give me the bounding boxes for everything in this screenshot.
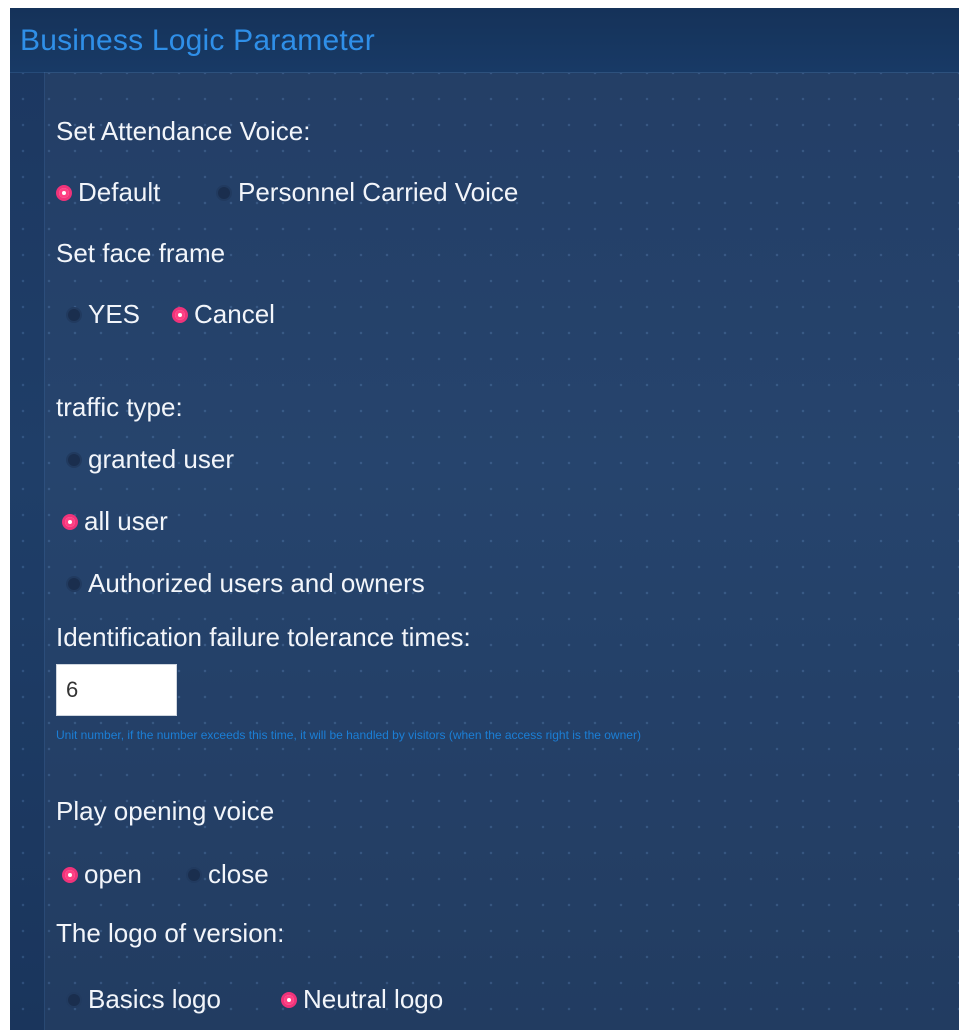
radio-option-default[interactable]: Default [56, 177, 160, 208]
radio-option-authorized-users-and-owners[interactable]: Authorized users and owners [66, 568, 425, 599]
settings-screen: Business Logic Parameter Set Attendance … [10, 8, 959, 1030]
radio-label: all user [84, 506, 168, 536]
radio-label: YES [88, 299, 141, 329]
radio-label: Neutral logo [303, 984, 444, 1014]
radio-label: Cancel [194, 299, 275, 329]
radio-button[interactable] [66, 575, 82, 592]
radio-button[interactable] [281, 991, 297, 1008]
face-frame-label: Set face frame [56, 238, 226, 268]
radio-option-all-user[interactable]: all user [62, 506, 168, 537]
radio-label: Basics logo [88, 984, 221, 1014]
failure-tolerance-input[interactable] [56, 664, 177, 716]
radio-button[interactable] [56, 184, 72, 201]
radio-option-personnel-carried-voice[interactable]: Personnel Carried Voice [216, 177, 518, 208]
radio-button[interactable] [172, 306, 188, 323]
radio-button[interactable] [216, 184, 232, 201]
radio-option-granted-user[interactable]: granted user [66, 444, 234, 475]
settings-panel [44, 72, 959, 1030]
traffic-type-label: traffic type: [56, 392, 183, 422]
failure-tolerance-hint: Unit number, if the number exceeds this … [56, 728, 641, 742]
attendance-voice-label: Set Attendance Voice: [56, 116, 311, 146]
radio-option-yes[interactable]: YES [66, 299, 140, 330]
radio-option-neutral-logo[interactable]: Neutral logo [281, 984, 443, 1015]
radio-label: Authorized users and owners [88, 568, 425, 598]
opening-voice-label: Play opening voice [56, 796, 275, 826]
radio-option-basics-logo[interactable]: Basics logo [66, 984, 221, 1015]
radio-label: granted user [88, 444, 234, 474]
radio-button[interactable] [66, 451, 82, 468]
page-title: Business Logic Parameter [20, 24, 375, 57]
radio-button[interactable] [66, 306, 82, 323]
radio-option-open[interactable]: open [62, 859, 142, 890]
radio-label: close [208, 859, 269, 889]
radio-option-close[interactable]: close [186, 859, 269, 890]
radio-label: Default [78, 177, 161, 207]
radio-button[interactable] [62, 513, 78, 530]
failure-tolerance-label: Identification failure tolerance times: [56, 622, 471, 652]
version-logo-label: The logo of version: [56, 918, 285, 948]
radio-option-cancel[interactable]: Cancel [172, 299, 275, 330]
radio-button[interactable] [62, 866, 78, 883]
radio-button[interactable] [66, 991, 82, 1008]
radio-button[interactable] [186, 866, 202, 883]
title-bar: Business Logic Parameter [10, 8, 959, 73]
radio-label: open [84, 859, 142, 889]
radio-label: Personnel Carried Voice [238, 177, 519, 207]
